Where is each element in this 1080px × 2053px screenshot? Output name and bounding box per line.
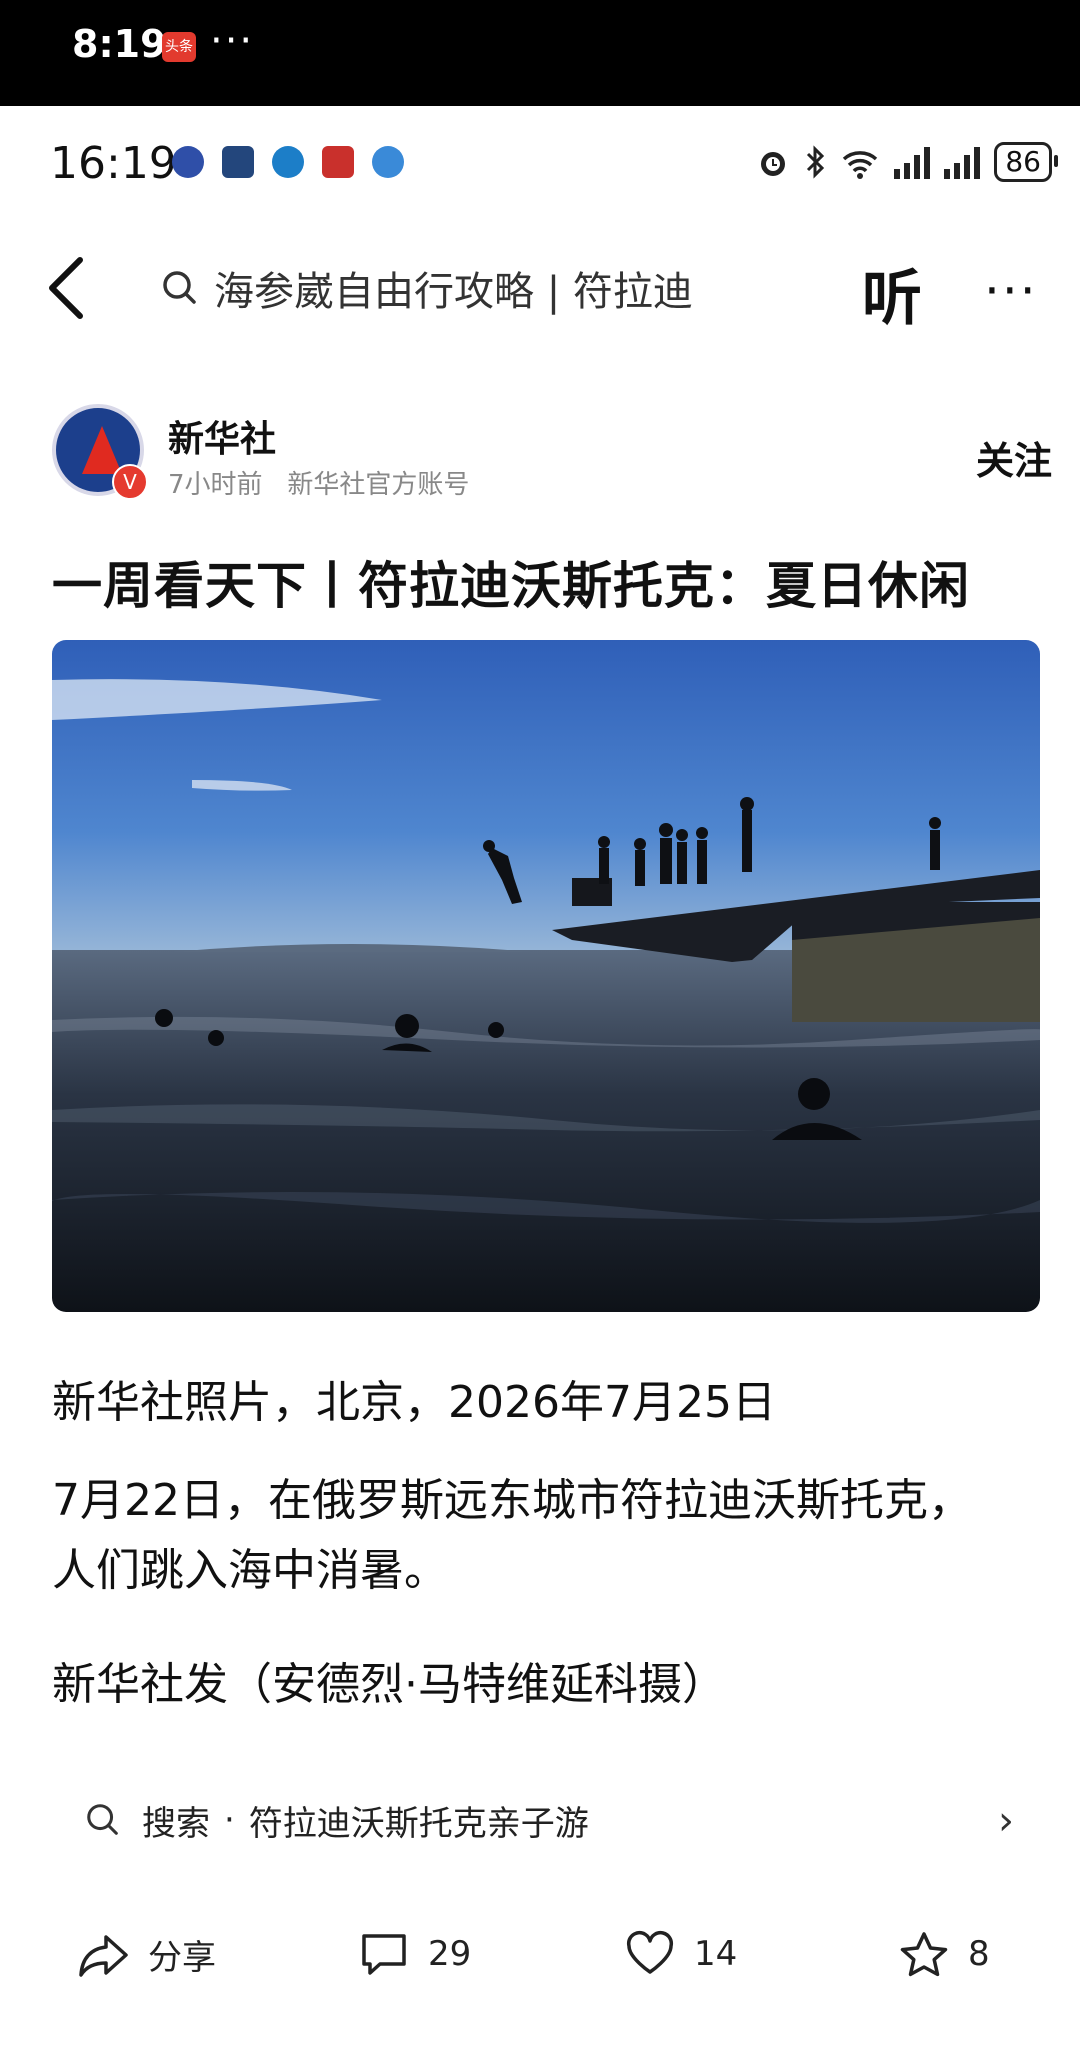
related-search-query: 符拉迪沃斯托克亲子游 [248,1803,589,1844]
heart-icon [626,1931,674,1974]
wifi-icon [843,151,878,179]
like-count: 14 [694,1934,738,1974]
follow-button[interactable]: 关注 [976,430,1052,485]
top-nav-bar: 海参崴自由行攻略 | 符拉迪 听 ··· [0,222,1080,354]
status-right-icons: 86 [756,142,1058,182]
bluetooth-icon [807,145,825,179]
post-time: 7小时前 [168,470,263,500]
chevron-right-icon: › [998,1798,1014,1844]
related-search-separator: · [224,1800,235,1840]
search-text: 海参崴自由行攻略 | 符拉迪 [214,269,693,315]
share-label: 分享 [148,1938,216,1978]
author-meta: 7小时前 新华社官方账号 [168,464,469,501]
notification-icons [172,146,404,178]
battery-indicator: 86 [994,142,1058,182]
article-body: 7月22日，在俄罗斯远东城市符拉迪沃斯托克，人们跳入海中消暑。 [52,1475,972,1596]
favorite-count: 8 [968,1934,990,1974]
photo-illustration [52,640,1040,1312]
verified-badge-icon: V [112,464,148,500]
listen-button[interactable]: 听 [862,250,922,337]
search-icon [163,271,196,304]
share-button[interactable]: 分享 [78,1930,216,1979]
favorite-button[interactable]: 8 [898,1930,990,1978]
app-badge-icon: 头条 [162,32,196,62]
more-options-button[interactable]: ··· [984,262,1038,320]
article-photo[interactable] [52,640,1040,1312]
status-bar: 16:19 86 [0,106,1080,222]
notification-app-icon [172,146,204,178]
author-name[interactable]: 新华社 [168,410,276,462]
notification-app-icon [372,146,404,178]
outer-status-bar: 8:19 头条 ··· [0,0,1080,106]
outer-time: 8:19 [72,22,167,66]
photo-caption-line: 新华社照片，北京，2026年7月25日 [52,1377,776,1428]
status-time: 16:19 [50,138,177,189]
author-row: V 新华社 7小时前 新华社官方账号 关注 [52,404,1052,504]
notification-app-icon [222,146,254,178]
back-arrow-icon[interactable] [40,252,100,324]
comment-count: 29 [428,1934,472,1974]
logo-mark [82,426,122,474]
notification-app-icon [272,146,304,178]
search-bar[interactable]: 海参崴自由行攻略 | 符拉迪 [160,256,693,320]
signal-icon [894,145,931,179]
alarm-icon [761,152,786,176]
comment-button[interactable]: 29 [358,1930,471,1978]
notification-app-icon [322,146,354,178]
related-search-prefix: 搜索 [142,1803,210,1844]
outer-more: ··· [210,18,255,64]
star-icon [900,1932,948,1977]
related-search-link[interactable]: 搜索 · 符拉迪沃斯托克亲子游 › [84,1792,1014,1848]
like-button[interactable]: 14 [624,1930,737,1978]
share-icon [79,1934,128,1977]
comment-icon [362,1934,406,1975]
signal-icon [944,145,981,179]
photo-credit: 新华社发（安德烈·马特维延科摄） [52,1659,726,1710]
account-type: 新华社官方账号 [287,470,470,500]
search-icon [87,1804,118,1835]
action-bar: 分享 29 14 8 [0,1900,1080,2010]
article-title: 一周看天下丨符拉迪沃斯托克：夏日休闲 [52,557,970,615]
